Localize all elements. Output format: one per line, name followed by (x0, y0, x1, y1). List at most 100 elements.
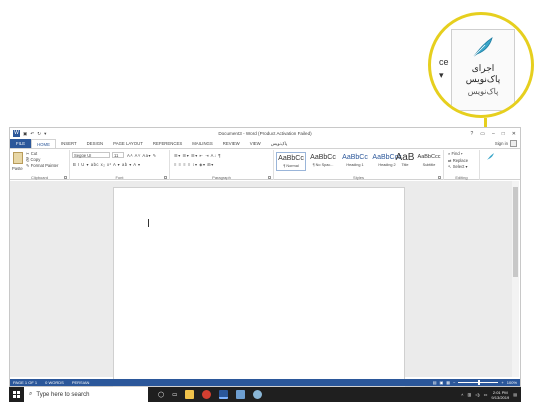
run-button-label-1: اجرای (471, 63, 495, 73)
zoom-slider-knob[interactable] (478, 380, 481, 385)
file-explorer-icon[interactable] (185, 390, 195, 399)
tab-review[interactable]: REVIEW (218, 139, 245, 148)
screenshot: ce ▾ اجرای پاک‌نویس پاک‌نویس W ▣ ↶ ↻ ▾ D… (0, 0, 538, 410)
paragraph-tools-row2[interactable]: ≡ ≡ ≡ ≡ ↕▾ ◈▾ ⊞▾ (174, 162, 214, 167)
help-button[interactable]: ? (470, 131, 473, 137)
close-button[interactable]: ✕ (512, 131, 516, 137)
maximize-button[interactable]: □ (502, 131, 505, 137)
paragraph-tools-row1[interactable]: ☰▾ ☰▾ ☰▾ ⇤ ⇥ A↓ ¶ (174, 153, 221, 158)
select-button[interactable]: ↖ Select ▾ (448, 164, 468, 171)
notification-icon[interactable]: ▤ (513, 392, 517, 397)
print-layout-icon[interactable]: ▣ (440, 380, 444, 385)
format-painter-button[interactable]: ✎ Format Painter (26, 163, 58, 169)
read-mode-icon[interactable]: ▤ (433, 380, 437, 385)
web-layout-icon[interactable]: ▦ (446, 380, 450, 385)
style-name: Subtitle (422, 163, 436, 167)
zoom-level[interactable]: 100% (507, 380, 517, 385)
paragraph-group-label: Paragraph (212, 175, 231, 180)
windows-taskbar: ⌕ Type here to search ◯ ▭ ˄ ▥ ◁) ▭ 2:01 … (9, 387, 521, 402)
word-window: W ▣ ↶ ↻ ▾ Document3 - Word (Product Acti… (9, 127, 521, 387)
paste-icon[interactable] (13, 152, 23, 164)
feather-icon (473, 37, 493, 57)
style-name: ¶ No Spac... (312, 163, 334, 167)
font-launcher-icon[interactable] (164, 176, 167, 179)
system-tray: ˄ ▥ ◁) ▭ 2:01 PM 9/13/2019 ▤ (461, 390, 521, 400)
status-bar: PAGE 1 OF 1 0 WORDS PERSIAN ▤ ▣ ▦ − + 10… (10, 379, 520, 386)
style-subtitle[interactable]: AaBbCcc Subtitle (414, 152, 444, 171)
taskbar-search[interactable]: ⌕ Type here to search (24, 387, 148, 402)
clipboard-group-label: Clipboard (30, 175, 49, 180)
task-view-icon[interactable]: ◯ (158, 392, 164, 398)
tab-design[interactable]: DESIGN (82, 139, 108, 148)
tab-paknevis[interactable]: پاک‌نویس (266, 139, 292, 148)
title-bar: W ▣ ↶ ↻ ▾ Document3 - Word (Product Acti… (10, 128, 520, 139)
document-page[interactable] (113, 187, 405, 387)
zoom-out-icon[interactable]: − (453, 380, 455, 385)
clipboard-items: ✂ Cut ⎘ Copy ✎ Format Painter (26, 151, 58, 169)
signin-area[interactable]: Sign in (495, 139, 520, 148)
zoom-control: ▤ ▣ ▦ − + 100% (433, 380, 520, 385)
copy-label: Copy (30, 157, 41, 162)
feather-icon[interactable] (486, 152, 495, 161)
clipboard-launcher-icon[interactable] (64, 176, 67, 179)
paragraph-launcher-icon[interactable] (268, 176, 271, 179)
app-taskbar-icon[interactable] (236, 390, 246, 399)
tab-home[interactable]: HOME (31, 139, 56, 148)
word-taskbar-icon[interactable] (219, 390, 229, 399)
font-name-select[interactable]: Segoe UI (72, 152, 110, 158)
style-sample: AaBbCc (278, 155, 304, 162)
zoom-in-icon[interactable]: + (501, 380, 503, 385)
tab-mailings[interactable]: MAILINGS (187, 139, 218, 148)
tab-page-layout[interactable]: PAGE LAYOUT (108, 139, 148, 148)
style-sample: AaBbCcc (417, 154, 441, 160)
network-icon[interactable]: ▥ (467, 392, 471, 397)
search-icon: ⌕ (29, 391, 33, 397)
word-count[interactable]: 0 WORDS (45, 380, 64, 385)
avatar[interactable] (510, 140, 517, 147)
ribbon-display-button[interactable]: ▭ (480, 131, 485, 137)
tab-insert[interactable]: INSERT (56, 139, 82, 148)
select-label: Select ▾ (452, 164, 468, 169)
start-button[interactable] (9, 387, 24, 402)
style-sample: AaBbCc (342, 154, 368, 161)
group-font: Segoe UI 11 A˄ A˅ Aa▾ ✎ B I U ▾ abc x₂ x… (70, 150, 170, 180)
tab-references[interactable]: REFERENCES (148, 139, 187, 148)
language-indicator[interactable]: PERSIAN (72, 380, 90, 385)
callout-side-arrow: ▾ (439, 70, 444, 80)
zoom-slider[interactable] (458, 380, 499, 385)
font-tools-row1[interactable]: A˄ A˅ Aa▾ ✎ (127, 153, 157, 158)
font-tools-row2[interactable]: B I U ▾ abc x₂ x² A ▾ ab ▾ A ▾ (73, 162, 141, 167)
document-area[interactable] (10, 181, 513, 387)
editing-group-label: Editing (455, 175, 468, 180)
volume-icon[interactable]: ◁) (475, 392, 479, 397)
paknevis-run-button-zoomed[interactable]: اجرای پاک‌نویس پاک‌نویس (451, 29, 515, 111)
vertical-scrollbar[interactable] (512, 181, 519, 377)
scrollbar-thumb[interactable] (513, 187, 518, 277)
chrome-icon[interactable] (202, 390, 212, 399)
ribbon-tabs: FILE HOME INSERT DESIGN PAGE LAYOUT REFE… (10, 139, 520, 148)
window-title: Document3 - Word (Product Activation Fai… (218, 131, 312, 136)
group-paragraph: ☰▾ ☰▾ ☰▾ ⇤ ⇥ A↓ ¶ ≡ ≡ ≡ ≡ ↕▾ ◈▾ ⊞▾ Parag… (170, 150, 274, 180)
signin-link[interactable]: Sign in (495, 141, 508, 146)
font-size-select[interactable]: 11 (112, 152, 124, 158)
style-heading-1[interactable]: AaBbCc Heading 1 (340, 152, 370, 171)
ribbon-home: Paste ✂ Cut ⎘ Copy ✎ Format Painter Clip… (10, 148, 520, 180)
paint-icon[interactable] (253, 390, 263, 399)
clock[interactable]: 2:01 PM 9/13/2019 (491, 390, 509, 400)
font-group-label: Font (115, 175, 124, 180)
page-count[interactable]: PAGE 1 OF 1 (13, 380, 37, 385)
style-normal[interactable]: AaBbCc ¶ Normal (276, 152, 306, 171)
styles-launcher-icon[interactable] (438, 176, 441, 179)
minimize-button[interactable]: – (492, 131, 495, 137)
paste-button[interactable]: Paste (12, 166, 23, 171)
chevron-up-icon[interactable]: ˄ (461, 392, 463, 397)
keyboard-icon[interactable]: ▭ (484, 392, 488, 397)
tab-file[interactable]: FILE (10, 139, 32, 148)
styles-group-label: Styles (353, 175, 364, 180)
group-styles: AaBbCc ¶ Normal AaBbCc ¶ No Spac... AaBb… (274, 150, 444, 180)
style-no-spacing[interactable]: AaBbCc ¶ No Spac... (308, 152, 338, 171)
find-label: Find ▾ (451, 151, 463, 156)
callout-magnifier: ce ▾ اجرای پاک‌نویس پاک‌نویس (428, 12, 534, 118)
tab-view[interactable]: VIEW (245, 139, 266, 148)
store-icon[interactable]: ▭ (172, 392, 177, 398)
